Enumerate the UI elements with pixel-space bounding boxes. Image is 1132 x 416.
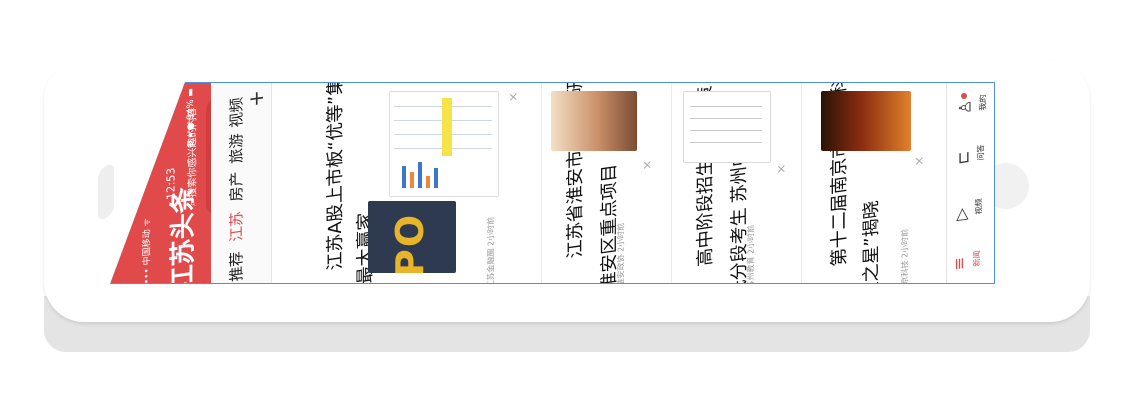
list-item[interactable]: 第十二届南京市“十大科 技之星”揭晓 南京科技 2小时前 ×	[801, 83, 946, 284]
close-icon[interactable]: ×	[506, 89, 520, 103]
search-icon: ⌕	[187, 196, 199, 207]
tab-recommend[interactable]: 推荐	[226, 240, 247, 283]
ipo-photo-text: IPO	[388, 212, 433, 273]
news-icon[interactable]: ≡	[950, 249, 969, 272]
news-source: 江苏金融圈 2小时前	[486, 216, 496, 284]
close-icon[interactable]: ×	[640, 157, 654, 171]
tab-property[interactable]: 房产	[226, 160, 247, 203]
search-placeholder[interactable]: ⌕ 搜索你感兴趣的内容	[184, 85, 199, 207]
close-icon[interactable]: ×	[774, 161, 788, 175]
phone-screen-wrap: •••• 中国移动 ᯤ 12:53 ⊕ ◂ ● 94% ▬ 江苏头条 ⌕ 搜索你…	[110, 82, 995, 284]
stage-photo	[821, 91, 911, 151]
nav-mine-label[interactable]: 我的	[978, 90, 989, 112]
news-source: 苏州教育 2小时前	[746, 224, 756, 284]
document-photo	[683, 91, 771, 163]
app-header: •••• 中国移动 ᯤ 12:53 ⊕ ◂ ● 94% ▬ 江苏头条 ⌕ 搜索你…	[111, 83, 234, 284]
play-icon[interactable]: ▷	[952, 199, 971, 222]
bottom-navigation: ≡ 新闻 ▷ 视频 ⊏ 问答 ♙ 我的	[946, 83, 994, 283]
news-headline-line2: 技之星”揭晓	[861, 199, 882, 284]
nav-news-label[interactable]: 新闻	[972, 246, 983, 268]
list-item[interactable]: 江苏A股上市板“优等”集聚，这个城市 才是最大赢家 IPO 江苏金融圈 2小时前…	[271, 82, 542, 284]
nav-video-label[interactable]: 视频	[974, 194, 985, 216]
news-source: 淮安政协 2小时前	[616, 222, 626, 284]
news-headline-line1: 江苏A股上市板“优等”集聚，这个城市	[325, 82, 346, 272]
qa-icon[interactable]: ⊏	[954, 143, 973, 166]
ipo-photo: IPO	[368, 201, 456, 273]
category-tabs: 推荐 江苏 房产 旅游 视频 +	[211, 83, 272, 283]
spreadsheet-screenshot	[389, 91, 499, 197]
notification-dot	[961, 93, 967, 99]
list-item[interactable]: 高中阶段招生录取政策 低分段考生 苏州中考664 苏州教育 2小时前 ×	[671, 83, 802, 284]
list-item[interactable]: 江苏省淮安市政协调研 淮安区重点项目 淮安政协 2小时前 ×	[541, 83, 672, 284]
tab-jiangsu[interactable]: 江苏	[226, 200, 247, 243]
add-tab-icon[interactable]: +	[244, 85, 268, 109]
tower-photo	[551, 91, 637, 151]
status-carrier: •••• 中国移动 ᯤ	[142, 217, 153, 284]
nav-qa-label[interactable]: 问答	[976, 140, 987, 162]
phone-screen: •••• 中国移动 ᯤ 12:53 ⊕ ◂ ● 94% ▬ 江苏头条 ⌕ 搜索你…	[110, 82, 995, 284]
close-icon[interactable]: ×	[912, 153, 926, 167]
news-source: 南京科技 2小时前	[900, 228, 910, 284]
